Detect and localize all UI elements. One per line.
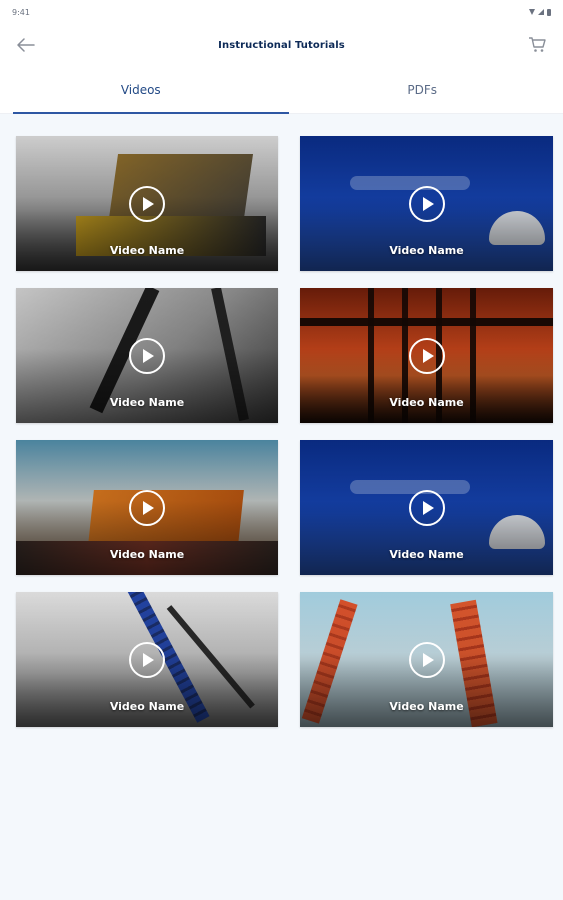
video-name: Video Name bbox=[109, 396, 185, 409]
video-card[interactable]: Video Name bbox=[300, 592, 553, 727]
play-icon[interactable] bbox=[408, 186, 445, 222]
signal-icon bbox=[538, 9, 544, 15]
video-card[interactable]: Video Name bbox=[300, 288, 553, 423]
play-icon[interactable] bbox=[408, 642, 445, 678]
video-card[interactable]: Video Name bbox=[16, 592, 278, 727]
video-card[interactable]: Video Name bbox=[300, 440, 553, 575]
video-card[interactable]: Video Name bbox=[16, 136, 278, 271]
status-icons bbox=[529, 8, 551, 16]
video-list: Video Name Video Name Video Name Video N… bbox=[0, 114, 563, 900]
play-icon[interactable] bbox=[129, 338, 165, 374]
video-name: Video Name bbox=[109, 700, 185, 713]
video-name: Video Name bbox=[389, 244, 464, 257]
video-card[interactable]: Video Name bbox=[16, 288, 278, 423]
tab-videos[interactable]: Videos bbox=[0, 66, 282, 113]
back-arrow-icon bbox=[17, 38, 35, 52]
tab-videos-label: Videos bbox=[120, 82, 161, 97]
video-card[interactable]: Video Name bbox=[16, 440, 278, 575]
video-card[interactable]: Video Name bbox=[300, 136, 553, 271]
cart-icon bbox=[529, 37, 546, 52]
play-icon[interactable] bbox=[129, 642, 165, 678]
app-bar: Instructional Tutorials bbox=[0, 24, 563, 66]
video-name: Video Name bbox=[389, 396, 464, 409]
video-name: Video Name bbox=[109, 548, 185, 561]
battery-icon bbox=[547, 8, 551, 16]
video-name: Video Name bbox=[389, 548, 464, 561]
status-bar: 9:41 bbox=[0, 0, 563, 24]
play-icon[interactable] bbox=[129, 186, 165, 222]
wifi-icon bbox=[529, 9, 535, 15]
tab-indicator bbox=[13, 112, 289, 114]
video-name: Video Name bbox=[389, 700, 464, 713]
play-icon[interactable] bbox=[408, 490, 445, 526]
video-name: Video Name bbox=[109, 244, 185, 257]
video-grid: Video Name Video Name Video Name Video N… bbox=[0, 136, 563, 727]
play-icon[interactable] bbox=[408, 338, 445, 374]
tab-bar: Videos PDFs bbox=[0, 66, 563, 114]
page-title: Instructional Tutorials bbox=[218, 39, 345, 51]
status-time: 9:41 bbox=[12, 7, 30, 17]
play-icon[interactable] bbox=[129, 490, 165, 526]
tab-pdfs-label: PDFs bbox=[407, 82, 438, 97]
tab-pdfs[interactable]: PDFs bbox=[282, 66, 563, 113]
back-button[interactable] bbox=[15, 34, 37, 56]
cart-button[interactable] bbox=[526, 34, 548, 56]
